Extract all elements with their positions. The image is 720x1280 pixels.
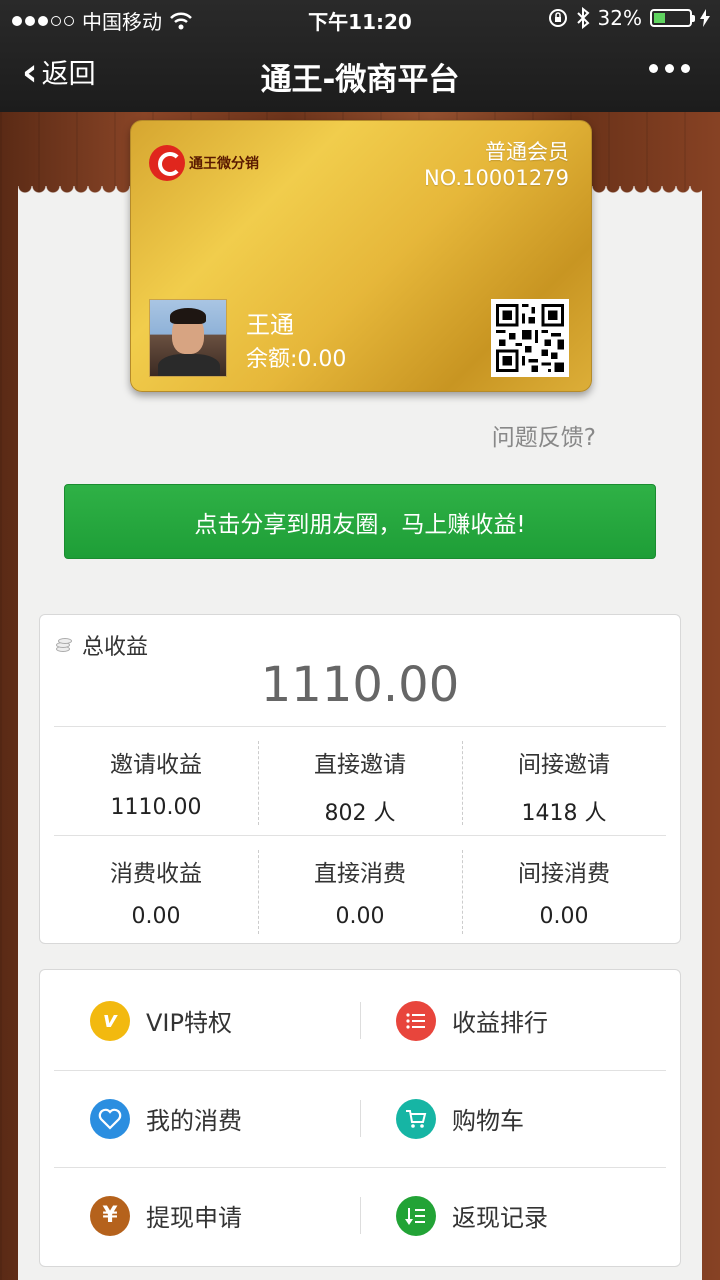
stat-value: 1418 人 xyxy=(521,801,607,826)
stat-value: 0.00 xyxy=(539,904,589,929)
stat-label: 邀请收益 xyxy=(110,752,202,778)
menu-item-label: 收益排行 xyxy=(452,1009,548,1037)
menu-item-label: 返现记录 xyxy=(452,1204,548,1232)
menu-row: ¥ 提现申请 返现记录 xyxy=(54,1167,666,1264)
membership-card: 通王微分销 普通会员 NO.10001279 王通 余额:0.00 xyxy=(130,120,592,392)
stat-value: 802 人 xyxy=(324,801,396,826)
feedback-link[interactable]: 问题反馈? xyxy=(492,418,596,452)
brand-logo: 通王微分销 xyxy=(149,145,259,181)
stat-value: 0.00 xyxy=(335,904,385,929)
total-earnings-value: 1110.00 xyxy=(260,657,460,713)
menu-item-label: 购物车 xyxy=(452,1107,524,1135)
battery-icon xyxy=(650,9,695,27)
stat-direct-consume[interactable]: 直接消费 0.00 xyxy=(258,836,462,944)
stat-label: 间接邀请 xyxy=(518,752,610,778)
battery-fill xyxy=(654,13,665,23)
menu-item-ranking[interactable]: 收益排行 xyxy=(360,972,666,1069)
menu-item-my-consumption[interactable]: 我的消费 xyxy=(54,1070,360,1167)
status-right: 32% xyxy=(548,6,710,30)
page-title: 通王-微商平台 xyxy=(260,62,460,98)
qr-code[interactable] xyxy=(491,299,569,377)
menu-item-label: 提现申请 xyxy=(146,1204,242,1232)
avatar[interactable] xyxy=(149,299,227,377)
stat-value: 1110.00 xyxy=(110,795,202,820)
shopping-cart-icon xyxy=(396,1098,436,1139)
stat-label: 直接邀请 xyxy=(314,752,406,778)
menu-row: v VIP特权 收益排行 xyxy=(54,972,666,1069)
vip-icon: v xyxy=(90,1000,130,1041)
earnings-row-invite: 邀请收益 1110.00 直接邀请 802 人 间接邀请 1418 人 xyxy=(54,727,666,835)
stat-indirect-consume[interactable]: 间接消费 0.00 xyxy=(462,836,666,944)
stat-direct-invites[interactable]: 直接邀请 802 人 xyxy=(258,727,462,835)
menu-row: 我的消费 购物车 xyxy=(54,1070,666,1167)
status-bar: 中国移动 下午11:20 32% xyxy=(0,0,720,38)
menu-item-vip[interactable]: v VIP特权 xyxy=(54,972,360,1069)
more-options-icon[interactable] xyxy=(649,64,690,73)
member-level-label: 普通会员 xyxy=(485,140,569,164)
nav-bar: ‹ 返回 通王-微商平台 xyxy=(0,38,720,112)
stat-indirect-invites[interactable]: 间接邀请 1418 人 xyxy=(462,727,666,835)
member-number: NO.10001279 xyxy=(424,166,569,190)
brand-logo-icon xyxy=(149,145,185,181)
stat-label: 直接消费 xyxy=(314,861,406,887)
earnings-panel: 总收益 1110.00 邀请收益 1110.00 直接邀请 802 人 间接邀请… xyxy=(39,614,681,944)
yuan-icon: ¥ xyxy=(90,1195,130,1236)
member-level: 普通会员 NO.10001279 xyxy=(424,139,569,191)
ranking-list-icon xyxy=(396,1000,436,1041)
bluetooth-icon xyxy=(576,7,590,29)
stat-label: 消费收益 xyxy=(110,861,202,887)
heart-icon xyxy=(90,1098,130,1139)
qr-code-icon xyxy=(496,304,564,372)
top-bar: 中国移动 下午11:20 32% ‹ 返回 通王-微商平台 xyxy=(0,0,720,112)
menu-item-cart[interactable]: 购物车 xyxy=(360,1070,666,1167)
orientation-lock-icon xyxy=(548,9,567,27)
menu-item-label: 我的消费 xyxy=(146,1107,242,1135)
stat-consume-earnings[interactable]: 消费收益 0.00 xyxy=(54,836,258,944)
earnings-row-consume: 消费收益 0.00 直接消费 0.00 间接消费 0.00 xyxy=(54,836,666,944)
stat-label: 间接消费 xyxy=(518,861,610,887)
menu-item-cashback-records[interactable]: 返现记录 xyxy=(360,1167,666,1264)
brand-logo-text: 通王微分销 xyxy=(189,156,259,172)
share-button[interactable]: 点击分享到朋友圈，马上赚收益! xyxy=(64,484,656,559)
menu-item-withdraw[interactable]: ¥ 提现申请 xyxy=(54,1167,360,1264)
stat-value: 0.00 xyxy=(131,904,181,929)
charging-icon xyxy=(700,9,710,27)
member-name: 王通 xyxy=(246,311,294,339)
stat-invite-earnings[interactable]: 邀请收益 1110.00 xyxy=(54,727,258,835)
coins-icon xyxy=(54,635,74,655)
battery-percent: 32% xyxy=(597,6,642,30)
member-balance: 余额:0.00 xyxy=(246,347,347,372)
menu-panel: v VIP特权 收益排行 我的消费 购物车 ¥ 提现申请 返现记录 xyxy=(39,969,681,1267)
menu-item-label: VIP特权 xyxy=(146,1009,232,1037)
record-list-icon xyxy=(396,1195,436,1236)
